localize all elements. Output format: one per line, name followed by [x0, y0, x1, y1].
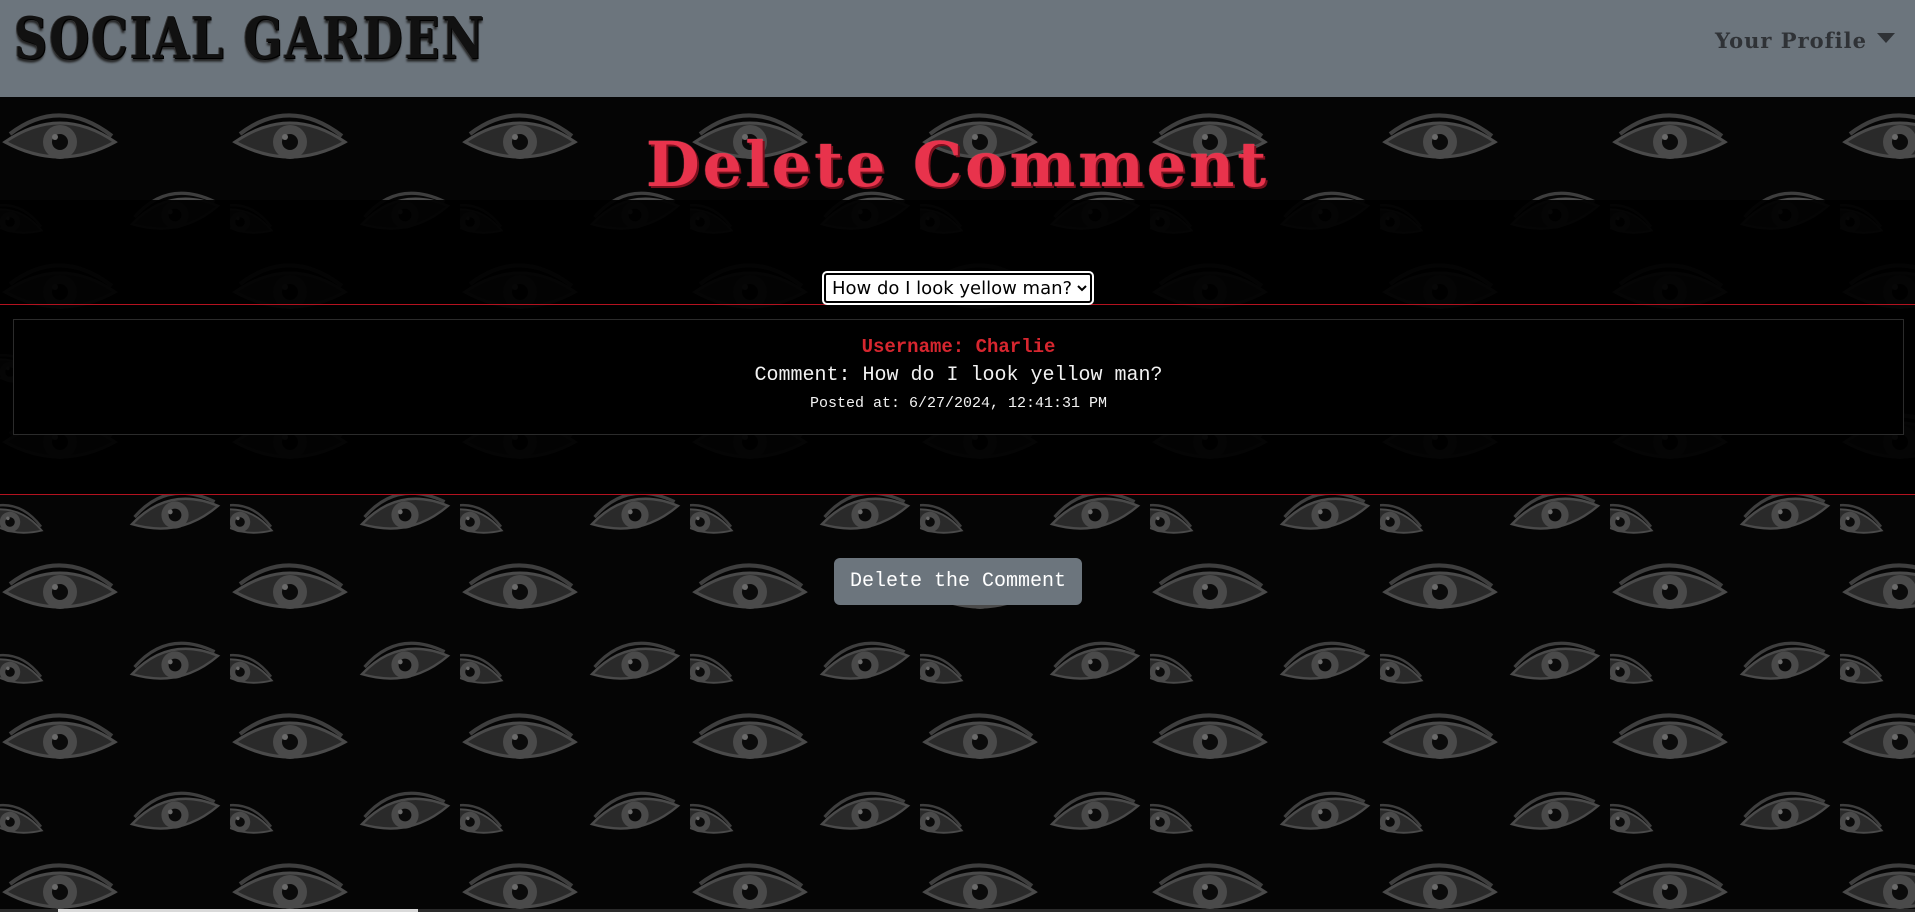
comment-username: Username: Charlie	[861, 336, 1056, 358]
profile-label[interactable]: Your Profile	[1715, 28, 1867, 53]
brand-logo[interactable]: SOCIAL GARDEN	[14, 4, 486, 72]
navbar: SOCIAL GARDEN Your Profile	[0, 0, 1915, 97]
comment-card: Username: Charlie Comment: How do I look…	[13, 319, 1904, 435]
caret-down-icon[interactable]	[1877, 32, 1895, 43]
divider-top	[0, 304, 1915, 305]
comment-text: Comment: How do I look yellow man?	[754, 364, 1163, 387]
page-title: Delete Comment	[646, 128, 1269, 201]
comment-select[interactable]: How do I look yellow man?	[822, 271, 1094, 305]
comment-select-wrapper: How do I look yellow man?	[822, 271, 1094, 305]
profile-dropdown-toggle[interactable]: Your Profile	[1715, 28, 1895, 53]
delete-comment-button[interactable]: Delete the Comment	[834, 558, 1082, 605]
comment-timestamp: Posted at: 6/27/2024, 12:41:31 PM	[809, 395, 1108, 412]
divider-bottom	[0, 494, 1915, 495]
